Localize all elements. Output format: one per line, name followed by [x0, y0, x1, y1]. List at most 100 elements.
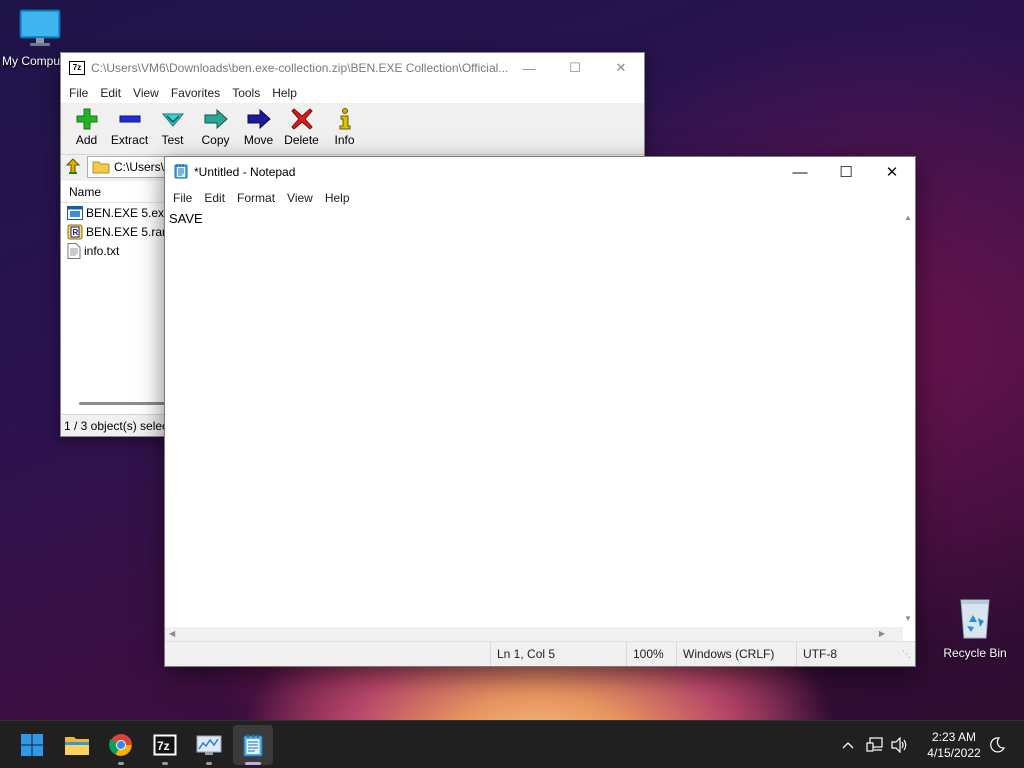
sevenzip-toolbar: Add Extract Test Copy Move Delete Info	[61, 103, 644, 155]
test-button[interactable]: Test	[151, 103, 194, 154]
desktop-icon-label: My Compu	[2, 54, 61, 68]
move-arrow-icon	[247, 108, 271, 130]
menu-file[interactable]: File	[167, 191, 198, 205]
volume-button[interactable]	[889, 721, 911, 768]
extract-button[interactable]: Extract	[108, 103, 151, 154]
menu-view[interactable]: View	[127, 86, 165, 100]
encoding: UTF-8	[796, 642, 896, 666]
menu-tools[interactable]: Tools	[226, 86, 266, 100]
taskbar: 7z 2:23 AM 4/15/2022	[0, 720, 1024, 768]
menu-view[interactable]: View	[281, 191, 319, 205]
text-editor[interactable]: SAVE	[165, 209, 903, 627]
info-icon	[338, 108, 352, 130]
clock-time: 2:23 AM	[931, 730, 977, 744]
line-ending: Windows (CRLF)	[676, 642, 796, 666]
sevenzip-menubar: File Edit View Favorites Tools Help	[61, 83, 644, 103]
menu-edit[interactable]: Edit	[94, 86, 127, 100]
up-folder-icon[interactable]	[65, 157, 81, 177]
start-icon	[21, 734, 43, 756]
start-button[interactable]	[12, 721, 52, 768]
file-name: info.txt	[84, 243, 120, 258]
column-name-label: Name	[69, 184, 102, 199]
chrome-icon	[109, 734, 132, 756]
file-name: BEN.EXE 5.exe	[86, 205, 171, 220]
delete-button[interactable]: Delete	[280, 103, 323, 154]
svg-text:R: R	[73, 228, 79, 237]
minimize-button[interactable]: —	[777, 157, 823, 187]
close-button[interactable]: ✕	[598, 53, 644, 83]
add-button[interactable]: Add	[65, 103, 108, 154]
sevenzip-window-title: C:\Users\VM6\Downloads\ben.exe-collectio…	[91, 61, 509, 75]
taskbar-file-explorer[interactable]	[57, 721, 97, 768]
notepad-icon	[243, 734, 263, 757]
check-icon	[161, 109, 184, 129]
plus-icon	[76, 108, 98, 130]
exe-file-icon	[67, 205, 83, 220]
delete-x-icon	[290, 108, 313, 130]
running-indicator	[118, 762, 124, 765]
horizontal-scrollbar[interactable]: ◀ ▶	[165, 627, 903, 641]
svg-text:7z: 7z	[157, 739, 170, 753]
taskbar-chrome[interactable]	[101, 721, 141, 768]
minus-icon	[119, 109, 141, 129]
notepad-status-bar: Ln 1, Col 5 100% Windows (CRLF) UTF-8 ⋱	[165, 641, 915, 666]
selection-status: 1 / 3 object(s) selec	[64, 418, 169, 433]
add-label: Add	[75, 133, 98, 147]
sevenzip-app-icon: 7z	[69, 61, 85, 75]
speaker-icon	[891, 737, 907, 753]
copy-arrow-icon	[204, 108, 228, 130]
taskbar-resource-monitor[interactable]	[189, 721, 229, 768]
vertical-scrollbar[interactable]: ▲ ▼	[901, 209, 915, 627]
sevenzip-titlebar[interactable]: 7z C:\Users\VM6\Downloads\ben.exe-collec…	[61, 53, 644, 83]
running-indicator	[162, 762, 168, 765]
test-label: Test	[161, 133, 184, 147]
network-button[interactable]	[864, 721, 886, 768]
notepad-window: *Untitled - Notepad — ☐ ✕ File Edit Form…	[164, 156, 916, 667]
desktop-icon-recycle-bin[interactable]: Recycle Bin	[935, 596, 1015, 660]
scroll-left-icon[interactable]: ◀	[169, 629, 175, 638]
close-button[interactable]: ✕	[869, 157, 915, 187]
clock-date: 4/15/2022	[927, 746, 981, 760]
copy-label: Copy	[201, 133, 230, 147]
maximize-button[interactable]: ☐	[552, 53, 598, 83]
menu-format[interactable]: Format	[231, 191, 281, 205]
notepad-window-title: *Untitled - Notepad	[194, 165, 296, 179]
file-explorer-icon	[65, 737, 89, 755]
rar-file-icon: R	[67, 224, 83, 239]
notepad-app-icon	[174, 163, 188, 182]
delete-label: Delete	[284, 133, 319, 147]
menu-edit[interactable]: Edit	[198, 191, 231, 205]
moon-icon	[990, 737, 1005, 753]
move-button[interactable]: Move	[237, 103, 280, 154]
taskbar-7zip[interactable]: 7z	[145, 721, 185, 768]
taskbar-notepad[interactable]	[233, 725, 273, 765]
menu-help[interactable]: Help	[319, 191, 356, 205]
focus-assist-button[interactable]	[986, 721, 1008, 768]
notepad-titlebar[interactable]: *Untitled - Notepad — ☐ ✕	[165, 157, 915, 187]
desktop-icon-label: Recycle Bin	[943, 646, 1007, 660]
scroll-up-icon[interactable]: ▲	[904, 213, 912, 222]
folder-icon	[92, 161, 110, 174]
menu-help[interactable]: Help	[266, 86, 303, 100]
recycle-bin-icon	[935, 596, 1015, 643]
running-indicator	[206, 762, 212, 765]
taskbar-clock[interactable]: 2:23 AM 4/15/2022	[918, 729, 990, 761]
move-label: Move	[243, 133, 274, 147]
scroll-down-icon[interactable]: ▼	[904, 614, 912, 623]
resize-grip-icon[interactable]: ⋱	[902, 649, 911, 660]
extract-label: Extract	[110, 133, 149, 147]
monitor-icon	[18, 8, 74, 51]
info-label: Info	[334, 133, 355, 147]
zoom-level: 100%	[626, 642, 676, 666]
resource-monitor-icon	[196, 735, 222, 755]
menu-file[interactable]: File	[63, 86, 94, 100]
7zip-icon: 7z	[153, 734, 177, 756]
copy-button[interactable]: Copy	[194, 103, 237, 154]
minimize-button[interactable]: —	[506, 53, 552, 83]
scroll-right-icon[interactable]: ▶	[879, 629, 885, 638]
menu-favorites[interactable]: Favorites	[165, 86, 226, 100]
text-file-icon	[67, 242, 81, 259]
maximize-button[interactable]: ☐	[823, 157, 869, 187]
info-button[interactable]: Info	[323, 103, 366, 154]
show-hidden-icons-button[interactable]	[838, 721, 858, 768]
